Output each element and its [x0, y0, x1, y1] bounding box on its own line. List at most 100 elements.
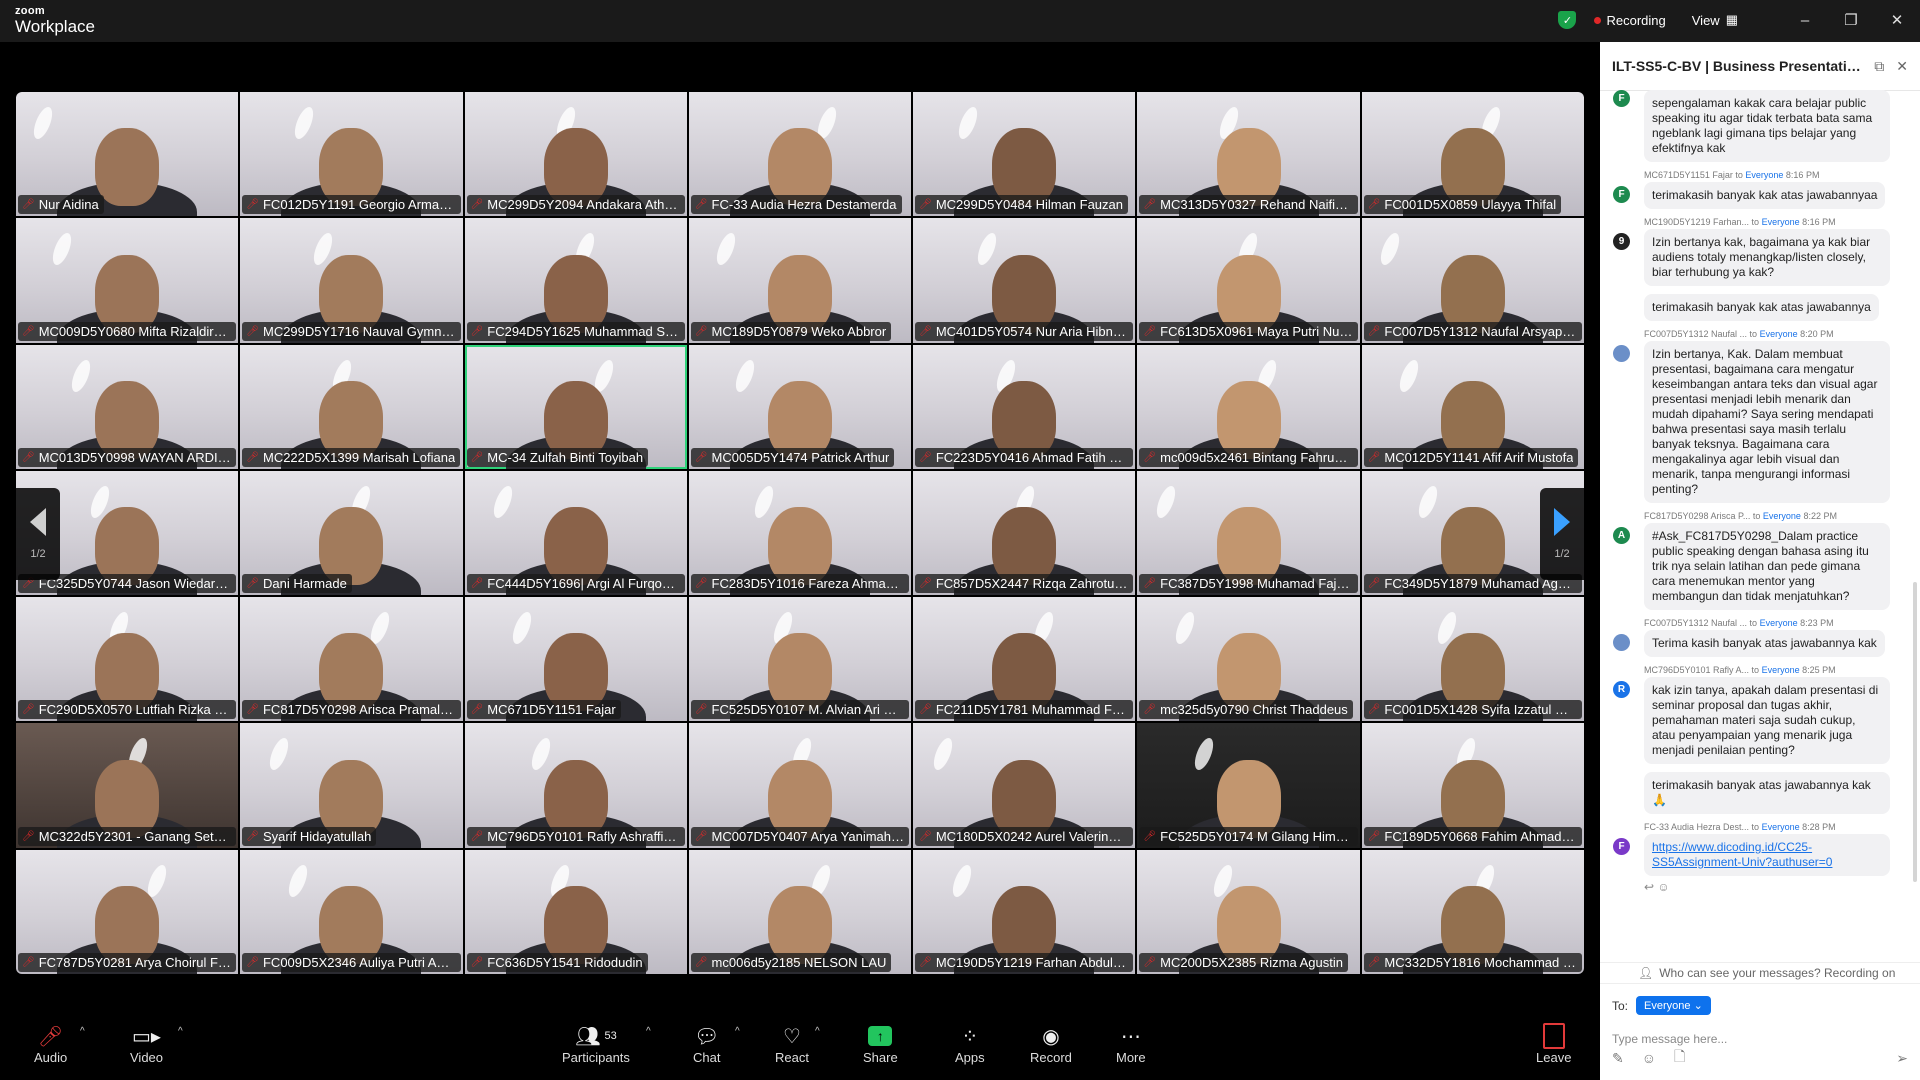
chat-message[interactable]: MC671D5Y1151 Fajar to Everyone 8:16 PM Ft… — [1600, 170, 1920, 209]
sender-avatar[interactable]: 9 — [1613, 233, 1630, 250]
participant-tile[interactable]: 🎤︎ FC387D5Y1998 Muhamad Fajar ... — [1137, 470, 1360, 596]
participant-tile[interactable]: 🎤︎ FC009D5X2346 Auliya Putri Assyfa — [240, 849, 463, 974]
restore-button[interactable]: ❐ — [1828, 11, 1874, 29]
apps-button[interactable]: ⁘ Apps — [955, 1022, 985, 1066]
participant-tile[interactable]: 🎤︎ Nur Aidina — [16, 92, 239, 217]
participant-tile[interactable]: 🎤︎ MC013D5Y0998 WAYAN ARDIKE — [16, 344, 239, 469]
sender-avatar[interactable]: F — [1613, 186, 1630, 203]
participant-tile[interactable]: 🎤︎ MC299D5Y2094 Andakara Athay... — [464, 92, 687, 217]
participant-tile[interactable]: 🎤︎ MC332D5Y1816 Mochammad Sy... — [1361, 849, 1584, 974]
react-button[interactable]: ♡ React — [775, 1022, 809, 1066]
encryption-shield-icon[interactable]: ✓ — [1558, 11, 1577, 29]
sender-avatar[interactable] — [1613, 345, 1630, 362]
add-reaction-icon[interactable]: ☺ — [1657, 880, 1669, 894]
recipient-dropdown[interactable]: Everyone ⌄ — [1636, 996, 1711, 1015]
react-options-caret[interactable]: ^ — [815, 1026, 820, 1037]
sender-avatar[interactable]: R — [1613, 681, 1630, 698]
participant-tile[interactable]: 🎤︎ FC001D5X0859 Ulayya Thifal — [1361, 92, 1584, 217]
emoji-icon[interactable]: ☺ — [1642, 1050, 1656, 1066]
audio-options-caret[interactable]: ^ — [80, 1026, 85, 1037]
participant-tile[interactable]: 🎤︎ MC671D5Y1151 Fajar — [464, 597, 687, 722]
participant-tile[interactable]: 🎤︎ MC299D5Y0484 Hilman Fauzan — [913, 92, 1136, 217]
participants-button[interactable]: 👥︎ 53 Participants — [562, 1022, 630, 1066]
chat-message[interactable]: MC190D5Y1219 Farhan... to Everyone 8:16 … — [1600, 217, 1920, 286]
participant-tile[interactable]: 🎤︎ FC189D5Y0668 Fahim Ahmad Sa... — [1361, 723, 1584, 848]
participant-tile[interactable]: 🎤︎ Syarif Hidayatullah — [240, 723, 463, 848]
chat-message[interactable]: FC-33 Audia Hezra Dest... to Everyone 8:… — [1600, 822, 1920, 876]
close-window-button[interactable]: ✕ — [1874, 11, 1920, 29]
chat-input[interactable]: Type message here... — [1612, 1032, 1727, 1046]
participant-tile[interactable]: 🎤︎ MC299D5Y1716 Nauval Gymnasti — [240, 218, 463, 343]
participant-tile[interactable]: 🎤︎ MC401D5Y0574 Nur Aria Hibnas... — [913, 218, 1136, 343]
view-button[interactable]: View ▦ — [1692, 12, 1738, 28]
video-options-caret[interactable]: ^ — [178, 1026, 183, 1037]
participant-tile[interactable]: 🎤︎ FC636D5Y1541 Ridodudin — [464, 849, 687, 974]
participant-tile[interactable]: 🎤︎ MC189D5Y0879 Weko Abbror — [688, 218, 912, 343]
participant-tile[interactable]: 🎤︎ MC005D5Y1474 Patrick Arthur — [688, 344, 912, 469]
participant-tile[interactable]: 🎤︎ FC525D5Y0174 M Gilang Himaw... — [1137, 723, 1360, 848]
recording-indicator[interactable]: Recording — [1594, 13, 1666, 28]
participant-tile[interactable]: 🎤︎ MC796D5Y0101 Rafly Ashraffi R... — [464, 723, 687, 848]
participant-tile[interactable]: 🎤︎ FC294D5Y1625 Muhammad Satrio — [464, 218, 687, 343]
participant-tile[interactable]: 🎤︎ MC200D5X2385 Rizma Agustin — [1137, 849, 1360, 974]
audio-button[interactable]: 🎤︎ Audio — [34, 1022, 67, 1066]
participant-tile[interactable]: 🎤︎ FC290D5X0570 Lutfiah Rizka San... — [16, 597, 239, 722]
participant-tile[interactable]: 🎤︎ FC001D5X1428 Syifa Izzatul Rah... — [1361, 597, 1584, 722]
participant-tile[interactable]: 🎤︎ FC525D5Y0107 M. Alvian Ari Nu... — [688, 597, 912, 722]
message-link[interactable]: https://www.dicoding.id/CC25-SS5Assignme… — [1652, 840, 1832, 869]
participants-options-caret[interactable]: ^ — [646, 1026, 651, 1037]
send-icon[interactable]: ➢ — [1896, 1050, 1908, 1067]
chat-message[interactable]: FC007D5Y1312 Naufal ... to Everyone 8:23… — [1600, 618, 1920, 657]
participant-tile[interactable]: 🎤︎ FC817D5Y0298 Arisca Pramalistyo — [240, 597, 463, 722]
leave-button[interactable]: Leave — [1536, 1022, 1571, 1065]
sender-avatar[interactable]: A — [1613, 527, 1630, 544]
participant-tile[interactable]: 🎤︎ FC787D5Y0281 Arya Choirul Fikri — [16, 849, 239, 974]
sender-avatar[interactable]: F — [1613, 90, 1630, 107]
participant-tile[interactable]: 🎤︎ MC009D5Y0680 Mifta Rizaldirah... — [16, 218, 239, 343]
minimize-button[interactable]: – — [1782, 12, 1828, 29]
chat-message[interactable]: terimakasih banyak atas jawabannya kak 🙏 — [1600, 772, 1920, 814]
participant-tile[interactable]: 🎤︎ FC283D5Y1016 Fareza Ahmad K... — [688, 470, 912, 596]
participant-tile[interactable]: 🎤︎ FC007D5Y1312 Naufal Arsyaputr... — [1361, 218, 1584, 343]
reply-icon[interactable]: ↩ — [1644, 880, 1657, 894]
next-page-button[interactable]: 1/2 — [1540, 488, 1584, 580]
participant-tile[interactable]: 🎤︎ mc009d5x2461 Bintang Fahrunni... — [1137, 344, 1360, 469]
participant-tile[interactable]: 🎤︎ MC012D5Y1141 Afif Arif Mustofa — [1361, 344, 1584, 469]
more-button[interactable]: ⋯ More — [1116, 1022, 1146, 1066]
chat-message-list[interactable]: Fsepengalaman kakak cara belajar public … — [1600, 90, 1920, 956]
chat-options-caret[interactable]: ^ — [735, 1026, 740, 1037]
participant-tile[interactable]: 🎤︎ FC211D5Y1781 Muhammad Fad... — [913, 597, 1136, 722]
participant-tile[interactable]: 🎤︎ MC322d5Y2301 - Ganang Setyo ... — [16, 723, 239, 848]
participant-tile[interactable]: 🎤︎ MC313D5Y0327 Rehand Naifisur... — [1137, 92, 1360, 217]
participant-tile[interactable]: 🎤︎ FC857D5X2447 Rizqa Zahrotun ... — [913, 470, 1136, 596]
chat-message[interactable]: FC007D5Y1312 Naufal ... to Everyone 8:20… — [1600, 329, 1920, 503]
participant-tile[interactable]: 🎤︎ MC007D5Y0407 Arya Yanimaharta — [688, 723, 912, 848]
participant-tile[interactable]: 🎤︎ MC180D5X0242 Aurel Valerine ... — [913, 723, 1136, 848]
sender-avatar[interactable]: F — [1613, 838, 1630, 855]
participant-tile[interactable]: 🎤︎ MC-34 Zulfah Binti Toyibah — [464, 344, 687, 469]
file-icon[interactable]: 🗋︎ — [1674, 1046, 1685, 1070]
chat-message[interactable]: FC817D5Y0298 Arisca P... to Everyone 8:2… — [1600, 511, 1920, 610]
popout-icon[interactable]: ⧉ — [1874, 58, 1884, 75]
video-button[interactable]: ▭▸ Video — [130, 1022, 163, 1066]
participant-tile[interactable]: 🎤︎ FC012D5Y1191 Georgio Armand... — [240, 92, 463, 217]
record-button[interactable]: ◉ Record — [1030, 1022, 1072, 1066]
participant-tile[interactable]: 🎤︎ mc006d5y2185 NELSON LAU — [688, 849, 912, 974]
previous-page-button[interactable]: 1/2 — [16, 488, 60, 580]
share-button[interactable]: ↑ Share — [863, 1022, 898, 1065]
sender-avatar[interactable] — [1613, 634, 1630, 651]
close-icon[interactable]: ✕ — [1896, 58, 1908, 75]
participant-tile[interactable]: 🎤︎ MC222D5X1399 Marisah Lofiana — [240, 344, 463, 469]
participant-tile[interactable]: 🎤︎ FC613D5X0961 Maya Putri Nur F... — [1137, 218, 1360, 343]
format-icon[interactable]: ✎ — [1612, 1050, 1624, 1067]
chat-scrollbar[interactable] — [1913, 582, 1917, 882]
participant-tile[interactable]: 🎤︎ FC223D5Y0416 Ahmad Fatih Hib... — [913, 344, 1136, 469]
chat-message[interactable]: MC796D5Y0101 Rafly A... to Everyone 8:25… — [1600, 665, 1920, 764]
chat-message[interactable]: Fsepengalaman kakak cara belajar public … — [1600, 90, 1920, 162]
participant-tile[interactable]: 🎤︎ Dani Harmade — [240, 470, 463, 596]
participant-tile[interactable]: 🎤︎ mc325d5y0790 Christ Thaddeus — [1137, 597, 1360, 722]
chat-message[interactable]: terimakasih banyak kak atas jawabannya — [1600, 294, 1920, 321]
participant-tile[interactable]: 🎤︎ FC-33 Audia Hezra Destamerda — [688, 92, 912, 217]
participant-tile[interactable]: 🎤︎ FC444D5Y1696| Argi Al Furqon M — [464, 470, 687, 596]
message-visibility-info[interactable]: 👤︎ Who can see your messages? Recording … — [1600, 962, 1920, 984]
